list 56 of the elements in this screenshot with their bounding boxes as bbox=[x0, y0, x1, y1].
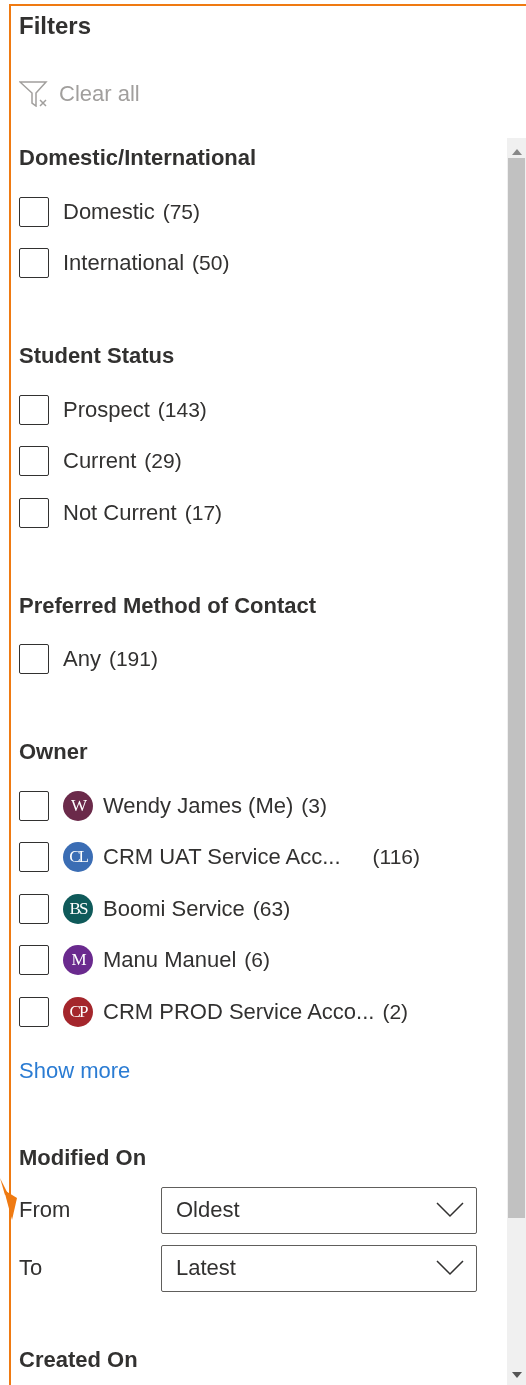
date-dropdown[interactable]: Oldest bbox=[161, 1186, 477, 1234]
checkbox[interactable] bbox=[19, 945, 49, 976]
section-heading: Domestic/International bbox=[19, 144, 258, 172]
scroll-up-icon bbox=[511, 148, 522, 156]
option-label: Manu Manuel bbox=[103, 947, 237, 974]
option-label: International bbox=[63, 250, 185, 277]
section-heading: Modified On bbox=[19, 1143, 148, 1172]
option-count: (17) bbox=[184, 500, 223, 525]
checkbox[interactable] bbox=[19, 842, 49, 873]
field-label: From bbox=[19, 1197, 72, 1223]
date-dropdown[interactable]: Latest bbox=[161, 1244, 477, 1292]
option-label: Current bbox=[63, 448, 137, 475]
checkbox[interactable] bbox=[19, 248, 49, 279]
clear-filter-icon bbox=[19, 81, 49, 107]
scrollbar[interactable] bbox=[507, 138, 526, 1385]
option-count: (75) bbox=[162, 199, 201, 224]
option-label: Not Current bbox=[63, 499, 177, 526]
avatar: BS bbox=[63, 893, 93, 924]
option-count: (50) bbox=[192, 251, 230, 276]
option-label: Prospect bbox=[63, 396, 150, 423]
option-label: CRM PROD Service Acco... bbox=[103, 998, 375, 1025]
option-count: (2) bbox=[382, 999, 409, 1024]
option-label: Any bbox=[63, 646, 101, 673]
option-label: Boomi Service bbox=[103, 895, 245, 922]
section-heading: Created On bbox=[19, 1345, 139, 1374]
option-count: (191) bbox=[108, 647, 158, 672]
avatar: CP bbox=[63, 996, 93, 1027]
checkbox[interactable] bbox=[19, 996, 49, 1027]
show-more-link[interactable]: Show more bbox=[19, 1050, 507, 1091]
scroll-down-icon bbox=[511, 1371, 522, 1379]
chevron-down-icon bbox=[436, 1202, 464, 1218]
checkbox[interactable] bbox=[19, 497, 49, 528]
option-label: Domestic bbox=[63, 198, 155, 225]
avatar: CL bbox=[63, 842, 93, 873]
field-label: To bbox=[19, 1255, 44, 1281]
option-count: (6) bbox=[244, 948, 270, 973]
checkbox[interactable] bbox=[19, 893, 49, 924]
option-count: (3) bbox=[301, 793, 327, 818]
avatar: M bbox=[63, 945, 93, 976]
option-count: (29) bbox=[144, 449, 182, 474]
section-heading: Student Status bbox=[19, 342, 176, 370]
checkbox[interactable] bbox=[19, 644, 49, 675]
option-label: Wendy James (Me) bbox=[103, 792, 294, 819]
checkbox[interactable] bbox=[19, 790, 49, 821]
chevron-down-icon bbox=[436, 1260, 464, 1276]
option-count: (143) bbox=[157, 397, 207, 422]
option-count: (116) bbox=[372, 845, 421, 870]
checkbox[interactable] bbox=[19, 394, 49, 425]
checkbox[interactable] bbox=[19, 196, 49, 227]
avatar: W bbox=[63, 790, 93, 821]
section-heading: Preferred Method of Contact bbox=[19, 591, 318, 620]
option-count: (63) bbox=[252, 896, 291, 921]
panel-title: Filters bbox=[18, 11, 93, 41]
option-label: CRM UAT Service Acc... bbox=[103, 844, 341, 871]
section-heading: Owner bbox=[19, 738, 89, 766]
checkbox[interactable] bbox=[19, 446, 49, 477]
